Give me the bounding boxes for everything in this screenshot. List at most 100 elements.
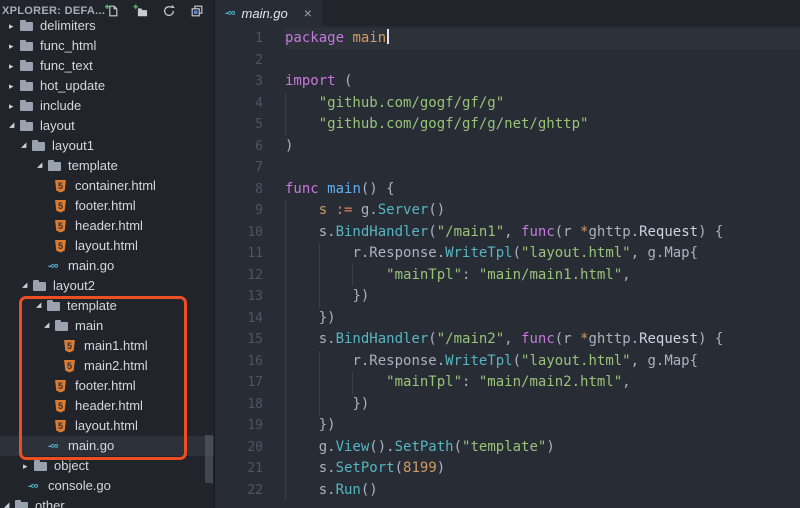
folder-icon: [47, 296, 65, 316]
tree-item-template[interactable]: ◢template: [0, 156, 214, 176]
indent-guide: [319, 243, 320, 265]
code-line[interactable]: 16 r.Response.WriteTpl("layout.html", g.…: [215, 351, 800, 373]
code-line[interactable]: 21 s.SetPort(8199): [215, 458, 800, 480]
code-line[interactable]: 9 s := g.Server(): [215, 200, 800, 222]
code-line[interactable]: 17 "mainTpl": "main/main2.html",: [215, 372, 800, 394]
code-line[interactable]: 3import (: [215, 71, 800, 93]
tree-item-func_text[interactable]: ▸ func_text: [0, 56, 214, 76]
code-text: package main: [285, 28, 800, 50]
line-number: 19: [215, 415, 285, 437]
indent-guide: [352, 372, 353, 394]
indent-guide: [319, 265, 320, 287]
editor-pane: -∞ main.go × 1package main23import (4 "g…: [215, 0, 800, 508]
code-line[interactable]: 15 s.BindHandler("/main2", func(r *ghttp…: [215, 329, 800, 351]
indent-guide: [285, 114, 286, 136]
tree-item-main[interactable]: ◢main: [0, 316, 214, 336]
tree-item-template[interactable]: ◢template: [0, 296, 214, 316]
html-icon: 5: [55, 420, 66, 433]
tab-main-go[interactable]: -∞ main.go ×: [215, 0, 322, 26]
tree-item-other[interactable]: ◢other: [0, 496, 214, 508]
chevron-collapsed-icon[interactable]: ▸: [23, 456, 34, 476]
tree-item-container-html[interactable]: 5container.html: [0, 176, 214, 196]
code-text: [285, 157, 800, 179]
refresh-icon[interactable]: [162, 4, 176, 18]
sidebar-scrollbar-thumb[interactable]: [205, 435, 213, 483]
chevron-expanded-icon[interactable]: ◢: [4, 496, 15, 508]
folder-icon: [33, 276, 51, 296]
code-line[interactable]: 13 }): [215, 286, 800, 308]
indent-guide: [319, 394, 320, 416]
code-text: ): [285, 136, 800, 158]
chevron-collapsed-icon[interactable]: ▸: [9, 96, 20, 116]
indent-guide: [285, 308, 286, 330]
close-icon[interactable]: ×: [304, 6, 312, 20]
tree-item-layout2[interactable]: ◢layout2: [0, 276, 214, 296]
tree-item-hot_update[interactable]: ▸ hot_update: [0, 76, 214, 96]
tree-item-label: main.go: [68, 256, 114, 276]
tree-item-include[interactable]: ▸include: [0, 96, 214, 116]
tree-item-label: main.go: [68, 436, 114, 456]
tree-item-layout-html[interactable]: 5layout.html: [0, 236, 214, 256]
line-number: 15: [215, 329, 285, 351]
code-line[interactable]: 12 "mainTpl": "main/main1.html",: [215, 265, 800, 287]
tree-item-layout1[interactable]: ◢ layout1: [0, 136, 214, 156]
chevron-collapsed-icon[interactable]: ▸: [9, 56, 20, 76]
code-line[interactable]: 19 }): [215, 415, 800, 437]
tree-item-layout-html[interactable]: 5layout.html: [0, 416, 214, 436]
code-line[interactable]: 20 g.View().SetPath("template"): [215, 437, 800, 459]
folder-icon: [55, 316, 73, 336]
code-line[interactable]: 22 s.Run(): [215, 480, 800, 502]
tree-item-header-html[interactable]: 5header.html: [0, 396, 214, 416]
code-text: "mainTpl": "main/main2.html",: [285, 372, 800, 394]
folder-icon: [48, 156, 66, 176]
new-file-icon[interactable]: [105, 4, 119, 18]
line-number: 8: [215, 179, 285, 201]
indent-guide: [285, 351, 286, 373]
tree-item-func_html[interactable]: ▸func_html: [0, 36, 214, 56]
html-icon: 5: [64, 340, 75, 353]
chevron-collapsed-icon[interactable]: ▸: [9, 76, 20, 96]
tree-item-label: layout1: [52, 136, 94, 156]
tree-item-label: footer.html: [75, 376, 136, 396]
new-folder-icon[interactable]: [133, 4, 148, 18]
chevron-expanded-icon[interactable]: ◢: [36, 296, 47, 316]
explorer-actions: [105, 4, 204, 18]
tree-item-main1-html[interactable]: 5main1.html: [0, 336, 214, 356]
code-line[interactable]: 4 "github.com/gogf/gf/g": [215, 93, 800, 115]
line-number: 14: [215, 308, 285, 330]
chevron-expanded-icon[interactable]: ◢: [44, 316, 55, 336]
line-number: 13: [215, 286, 285, 308]
code-text: }): [285, 286, 800, 308]
indent-guide: [285, 415, 286, 437]
code-line[interactable]: 1package main: [215, 28, 800, 50]
code-line[interactable]: 11 r.Response.WriteTpl("layout.html", g.…: [215, 243, 800, 265]
code-line[interactable]: 18 }): [215, 394, 800, 416]
code-line[interactable]: 14 }): [215, 308, 800, 330]
indent-guide: [285, 372, 286, 394]
chevron-collapsed-icon[interactable]: ▸: [9, 36, 20, 56]
tree-item-layout[interactable]: ◢layout: [0, 116, 214, 136]
tree-item-main-go[interactable]: -∞main.go: [0, 436, 214, 456]
code-line[interactable]: 5 "github.com/gogf/gf/g/net/ghttp": [215, 114, 800, 136]
tree-item-main-go[interactable]: -∞main.go: [0, 256, 214, 276]
tree-item-console-go[interactable]: -∞console.go: [0, 476, 214, 496]
tree-item-header-html[interactable]: 5header.html: [0, 216, 214, 236]
code-text: "github.com/gogf/gf/g": [285, 93, 800, 115]
code-line[interactable]: 8func main() {: [215, 179, 800, 201]
code-line[interactable]: 7: [215, 157, 800, 179]
tree-item-object[interactable]: ▸object: [0, 456, 214, 476]
chevron-expanded-icon[interactable]: ◢: [21, 136, 32, 156]
tree-item-label: hot_update: [40, 76, 105, 96]
collapse-folders-icon[interactable]: [190, 4, 204, 18]
code-line[interactable]: 2: [215, 50, 800, 72]
chevron-expanded-icon[interactable]: ◢: [9, 116, 20, 136]
tree-item-label: func_text: [40, 56, 93, 76]
tree-item-footer-html[interactable]: 5footer.html: [0, 196, 214, 216]
chevron-expanded-icon[interactable]: ◢: [22, 276, 33, 296]
folder-icon: [20, 116, 38, 136]
tree-item-footer-html[interactable]: 5footer.html: [0, 376, 214, 396]
code-line[interactable]: 6): [215, 136, 800, 158]
tree-item-main2-html[interactable]: 5main2.html: [0, 356, 214, 376]
chevron-expanded-icon[interactable]: ◢: [37, 156, 48, 176]
code-line[interactable]: 10 s.BindHandler("/main1", func(r *ghttp…: [215, 222, 800, 244]
